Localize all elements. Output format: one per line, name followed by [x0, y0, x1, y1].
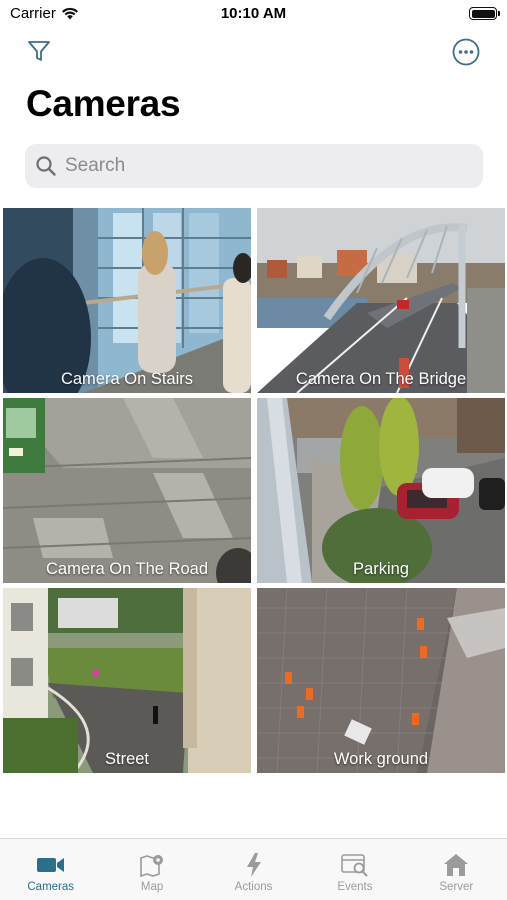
- page-title: Cameras: [26, 83, 181, 124]
- camera-name: Camera On The Road: [45, 560, 209, 578]
- map-pin-icon: [140, 854, 164, 877]
- tab-label: Events: [337, 881, 373, 893]
- search-bar[interactable]: [25, 144, 483, 188]
- tab-server[interactable]: Server: [406, 839, 507, 900]
- status-time: 10:10 AM: [220, 5, 287, 22]
- camera-tile-work-ground[interactable]: Work ground: [257, 588, 505, 773]
- video-camera-icon: [36, 858, 64, 872]
- search-input[interactable]: [65, 155, 445, 177]
- tab-cameras[interactable]: Cameras: [0, 839, 101, 900]
- server-home-icon: [444, 854, 469, 876]
- events-search-icon: [341, 854, 368, 877]
- tab-label: Cameras: [27, 881, 75, 893]
- filter-button[interactable]: [24, 36, 54, 66]
- more-options-icon: [452, 38, 480, 66]
- camera-thumbnail: [257, 208, 505, 393]
- filter-icon: [28, 41, 50, 61]
- search-icon: [36, 156, 56, 176]
- camera-tile-stairs[interactable]: Camera On Stairs: [3, 208, 251, 393]
- camera-name: Work ground: [333, 750, 429, 768]
- camera-thumbnail: [3, 398, 251, 583]
- tab-bar: Cameras Map Actions Events Server: [0, 838, 507, 900]
- camera-name: Parking: [353, 560, 409, 578]
- lightning-icon: [246, 853, 261, 877]
- battery-icon: [469, 7, 500, 20]
- tab-map[interactable]: Map: [101, 839, 202, 900]
- tab-label: Map: [140, 881, 164, 893]
- camera-thumbnail: [3, 588, 251, 773]
- more-options-button[interactable]: [451, 37, 481, 67]
- tab-label: Actions: [234, 881, 273, 893]
- status-bar: Carrier 10:10 AM: [0, 0, 507, 30]
- camera-thumbnail: [257, 588, 505, 773]
- camera-tile-street[interactable]: Street: [3, 588, 251, 773]
- camera-name: Camera On Stairs: [60, 370, 194, 388]
- camera-tile-parking[interactable]: Parking: [257, 398, 505, 583]
- camera-name: Street: [104, 750, 150, 768]
- camera-tile-bridge[interactable]: Camera On The Bridge: [257, 208, 505, 393]
- camera-thumbnail: [257, 398, 505, 583]
- camera-name: Camera On The Bridge: [295, 370, 467, 388]
- camera-tile-road[interactable]: Camera On The Road: [3, 398, 251, 583]
- tab-actions[interactable]: Actions: [203, 839, 304, 900]
- camera-thumbnail: [3, 208, 251, 393]
- tab-label: Server: [439, 881, 474, 893]
- tab-events[interactable]: Events: [304, 839, 405, 900]
